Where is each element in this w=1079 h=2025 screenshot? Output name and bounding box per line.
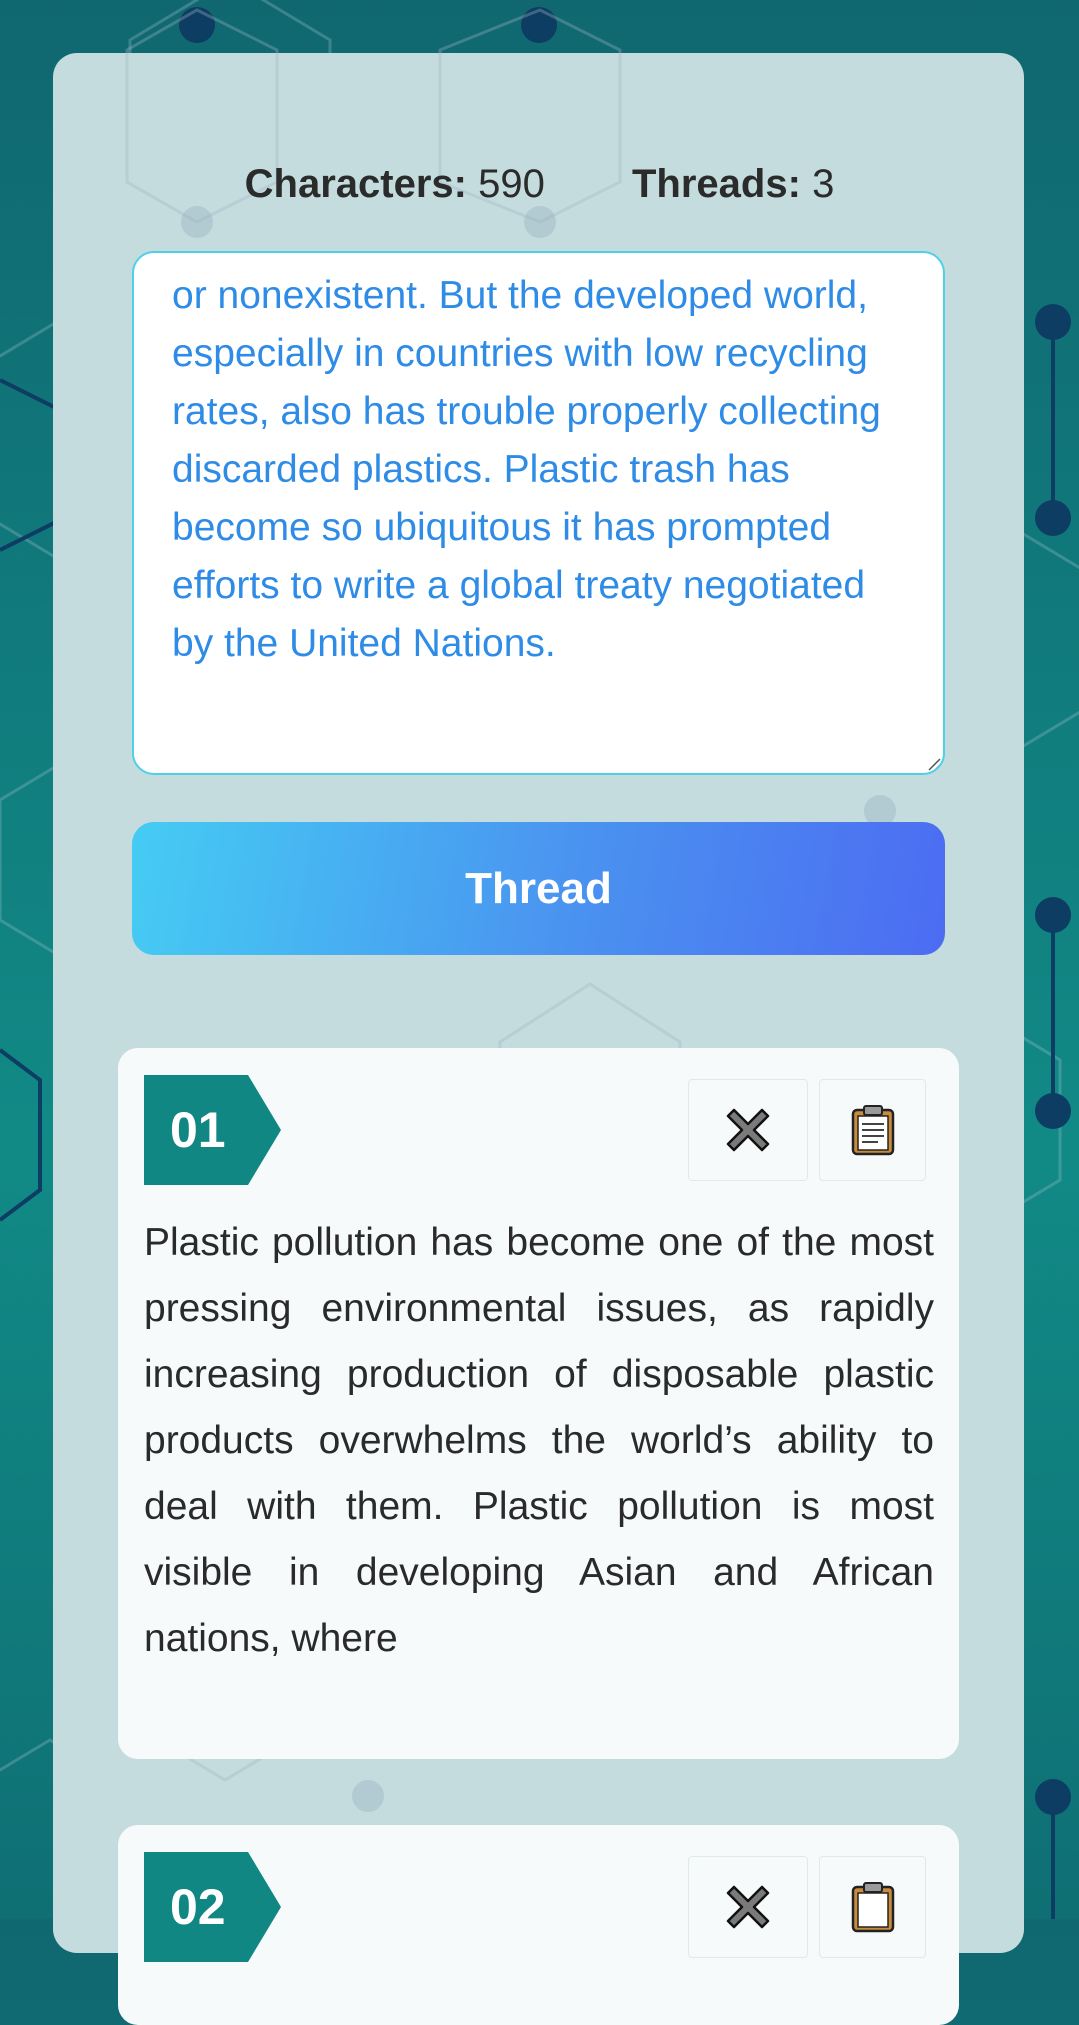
thread-text: Plastic pollution has become one of the … bbox=[144, 1221, 934, 1660]
thread-number-badge: 01 bbox=[144, 1075, 281, 1185]
source-text-content[interactable]: or nonexistent. But the developed world,… bbox=[172, 267, 912, 673]
close-x-icon bbox=[726, 1885, 770, 1929]
clipboard-icon bbox=[851, 1882, 894, 1933]
characters-stat: Characters: 590 bbox=[245, 162, 545, 207]
thread-button[interactable]: Thread bbox=[132, 822, 945, 955]
resize-handle-icon[interactable] bbox=[927, 757, 941, 771]
delete-thread-button[interactable] bbox=[688, 1079, 808, 1181]
copy-thread-button[interactable] bbox=[819, 1079, 926, 1181]
threads-stat: Threads: 3 bbox=[632, 162, 834, 207]
delete-thread-button[interactable] bbox=[688, 1856, 808, 1958]
characters-count: 590 bbox=[478, 162, 545, 206]
stats-bar: Characters: 590 Threads: 3 bbox=[0, 162, 1079, 207]
threads-label: Threads: bbox=[632, 162, 801, 206]
thread-card: 01 Plastic pollution has become one of t… bbox=[118, 1048, 959, 1759]
characters-label: Characters: bbox=[244, 162, 467, 206]
clipboard-icon bbox=[851, 1105, 894, 1156]
threads-count: 3 bbox=[812, 162, 835, 206]
thread-card: 02 bbox=[118, 1825, 959, 2025]
close-x-icon bbox=[726, 1108, 770, 1152]
thread-number-badge: 02 bbox=[144, 1852, 281, 1962]
copy-thread-button[interactable] bbox=[819, 1856, 926, 1958]
source-text-input[interactable]: or nonexistent. But the developed world,… bbox=[132, 251, 945, 775]
